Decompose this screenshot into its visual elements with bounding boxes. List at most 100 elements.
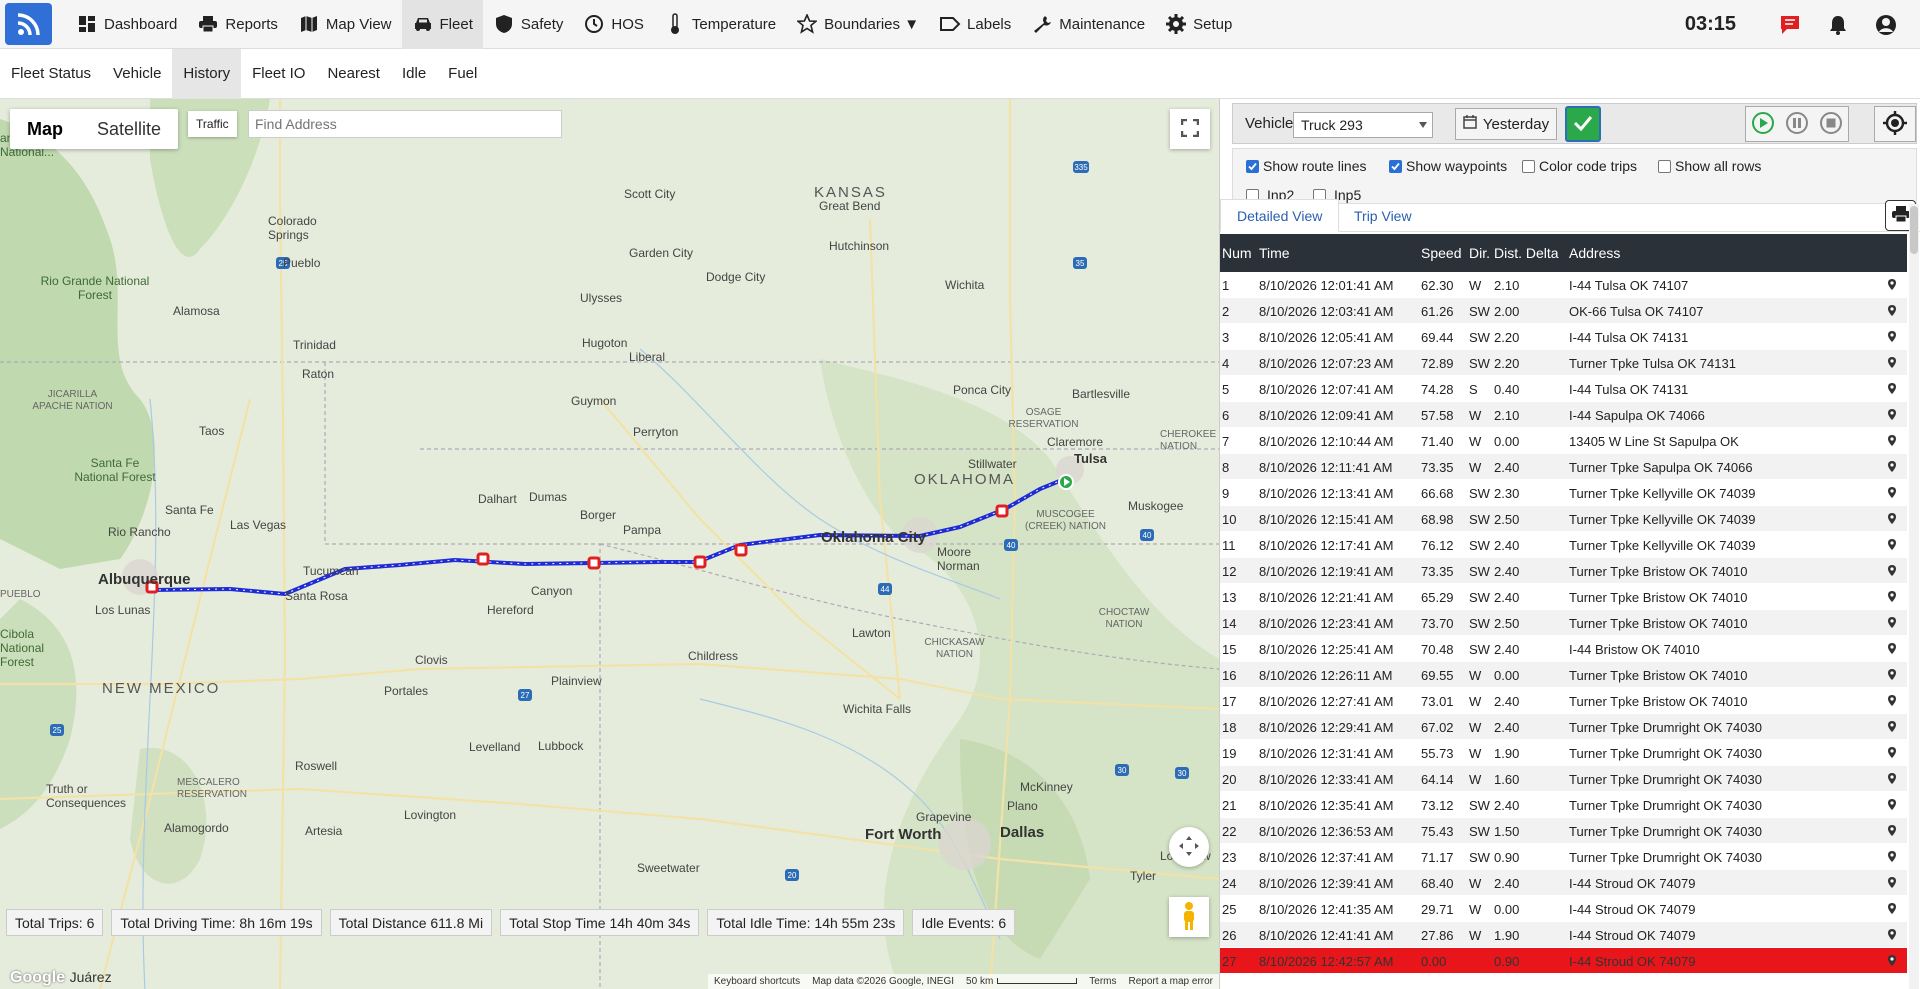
- map-pin-icon[interactable]: [1887, 564, 1897, 580]
- table-row[interactable]: 6 8/10/2026 12:09:41 AM 57.58 W 2.10 I-44 Sap…: [1220, 402, 1907, 428]
- nav-safety[interactable]: Safety: [483, 0, 574, 49]
- map-pin-icon[interactable]: [1887, 772, 1897, 788]
- map-pin-icon[interactable]: [1887, 330, 1897, 346]
- col-dist[interactable]: Dist. Delta: [1494, 245, 1559, 261]
- tab-detailed-view[interactable]: Detailed View: [1220, 199, 1340, 232]
- table-row[interactable]: 16 8/10/2026 12:26:11 AM 69.55 W 0.00 Turner …: [1220, 662, 1907, 688]
- all-rows-checkbox[interactable]: [1658, 159, 1671, 173]
- map-pin-icon[interactable]: [1887, 642, 1897, 658]
- table-row[interactable]: 24 8/10/2026 12:39:41 AM 68.40 W 2.40 I-44 St…: [1220, 870, 1907, 896]
- map-pin-icon[interactable]: [1887, 902, 1897, 918]
- table-row[interactable]: 4 8/10/2026 12:07:23 AM 72.89 SW 2.20 Turner …: [1220, 350, 1907, 376]
- map-pin-icon[interactable]: [1887, 824, 1897, 840]
- map-pin-icon[interactable]: [1887, 746, 1897, 762]
- col-dir[interactable]: Dir.: [1469, 245, 1490, 261]
- table-row[interactable]: 10 8/10/2026 12:15:41 AM 68.98 SW 2.50 Turner…: [1220, 506, 1907, 532]
- map-pin-icon[interactable]: [1887, 538, 1897, 554]
- message-icon[interactable]: [1776, 11, 1804, 39]
- find-address-input[interactable]: [248, 110, 562, 138]
- nav-dashboard[interactable]: Dashboard: [66, 0, 187, 49]
- subnav-nearest[interactable]: Nearest: [316, 49, 391, 99]
- map-pin-icon[interactable]: [1887, 460, 1897, 476]
- table-row[interactable]: 21 8/10/2026 12:35:41 AM 73.12 SW 2.40 Turner…: [1220, 792, 1907, 818]
- nav-fleet[interactable]: Fleet: [401, 0, 483, 49]
- date-range-button[interactable]: Yesterday: [1455, 108, 1557, 140]
- option-waypoints[interactable]: Show waypoints: [1389, 158, 1507, 174]
- vehicle-select[interactable]: Truck 293: [1293, 112, 1433, 138]
- nav-boundaries[interactable]: Boundaries ▼: [786, 0, 929, 49]
- table-row[interactable]: 12 8/10/2026 12:19:41 AM 73.35 SW 2.40 Turner…: [1220, 558, 1907, 584]
- camera-control[interactable]: [1169, 827, 1209, 867]
- col-num[interactable]: Num: [1222, 245, 1252, 261]
- map-pin-icon[interactable]: [1887, 928, 1897, 944]
- map-pin-icon[interactable]: [1887, 876, 1897, 892]
- waypoints-checkbox[interactable]: [1389, 159, 1402, 173]
- table-row[interactable]: 23 8/10/2026 12:37:41 AM 71.17 SW 0.90 Turner…: [1220, 844, 1907, 870]
- map-pin-icon[interactable]: [1887, 434, 1897, 450]
- subnav-idle[interactable]: Idle: [391, 49, 437, 99]
- map-pin-icon[interactable]: [1887, 720, 1897, 736]
- option-all-rows[interactable]: Show all rows: [1658, 158, 1761, 174]
- col-time[interactable]: Time: [1259, 245, 1290, 261]
- nav-setup[interactable]: Setup: [1155, 0, 1242, 49]
- report-error-link[interactable]: Report a map error: [1129, 976, 1213, 987]
- col-address[interactable]: Address: [1569, 245, 1620, 261]
- map-pin-icon[interactable]: [1887, 616, 1897, 632]
- col-speed[interactable]: Speed: [1421, 245, 1461, 261]
- route-lines-checkbox[interactable]: [1246, 159, 1259, 173]
- table-row[interactable]: 1 8/10/2026 12:01:41 AM 62.30 W 2.10 I-44 Tul…: [1220, 272, 1907, 298]
- table-row[interactable]: 18 8/10/2026 12:29:41 AM 67.02 W 2.40 Turner …: [1220, 714, 1907, 740]
- map-pin-icon[interactable]: [1887, 590, 1897, 606]
- map-pin-icon[interactable]: [1887, 408, 1897, 424]
- keyboard-shortcuts-link[interactable]: Keyboard shortcuts: [714, 976, 800, 987]
- table-row[interactable]: 14 8/10/2026 12:23:41 AM 73.70 SW 2.50 Turner…: [1220, 610, 1907, 636]
- map-pin-icon[interactable]: [1887, 798, 1897, 814]
- map-pin-icon[interactable]: [1887, 304, 1897, 320]
- scrollbar-thumb[interactable]: [1910, 206, 1918, 254]
- table-row[interactable]: 26 8/10/2026 12:41:41 AM 27.86 W 1.90 I-44 St…: [1220, 922, 1907, 948]
- user-icon[interactable]: [1872, 11, 1900, 39]
- map-pin-icon[interactable]: [1887, 356, 1897, 372]
- subnav-history[interactable]: History: [172, 48, 242, 99]
- table-row[interactable]: 19 8/10/2026 12:31:41 AM 55.73 W 1.90 Turner …: [1220, 740, 1907, 766]
- table-row[interactable]: 2 8/10/2026 12:03:41 AM 61.26 SW 2.00 OK-66 T…: [1220, 298, 1907, 324]
- color-code-checkbox[interactable]: [1522, 159, 1535, 173]
- map-pin-icon[interactable]: [1887, 382, 1897, 398]
- play-icon[interactable]: [1751, 111, 1775, 138]
- nav-map-view[interactable]: Map View: [288, 0, 402, 49]
- nav-temperature[interactable]: Temperature: [654, 0, 786, 49]
- traffic-button[interactable]: Traffic: [188, 111, 237, 137]
- map-pin-icon[interactable]: [1887, 486, 1897, 502]
- subnav-fleet-status[interactable]: Fleet Status: [0, 49, 102, 99]
- map-pin-icon[interactable]: [1887, 850, 1897, 866]
- scale-indicator[interactable]: 50 km: [966, 976, 1078, 987]
- nav-hos[interactable]: HOS: [573, 0, 654, 49]
- map-pin-icon[interactable]: [1887, 694, 1897, 710]
- nav-reports[interactable]: Reports: [187, 0, 288, 49]
- fullscreen-button[interactable]: [1170, 109, 1210, 149]
- table-row[interactable]: 27 8/10/2026 12:42:57 AM 0.00 0.90 I-44 Stro…: [1220, 948, 1907, 974]
- nav-labels[interactable]: Labels: [929, 0, 1021, 49]
- option-route-lines[interactable]: Show route lines: [1246, 158, 1367, 174]
- locate-button[interactable]: [1874, 106, 1916, 142]
- app-logo[interactable]: [5, 3, 52, 45]
- apply-button[interactable]: [1565, 106, 1601, 142]
- option-color-code[interactable]: Color code trips: [1522, 158, 1637, 174]
- map-pin-icon[interactable]: [1887, 954, 1897, 970]
- table-row[interactable]: 3 8/10/2026 12:05:41 AM 69.44 SW 2.20 I-44 Tu…: [1220, 324, 1907, 350]
- street-view-pegman[interactable]: [1169, 897, 1209, 937]
- table-row[interactable]: 11 8/10/2026 12:17:41 AM 76.12 SW 2.40 Turner…: [1220, 532, 1907, 558]
- terms-link[interactable]: Terms: [1089, 976, 1116, 987]
- table-row[interactable]: 9 8/10/2026 12:13:41 AM 66.68 SW 2.30 Turner …: [1220, 480, 1907, 506]
- table-row[interactable]: 25 8/10/2026 12:41:35 AM 29.71 W 0.00 I-44 St…: [1220, 896, 1907, 922]
- nav-maintenance[interactable]: Maintenance: [1021, 0, 1155, 49]
- map-pin-icon[interactable]: [1887, 512, 1897, 528]
- table-row[interactable]: 7 8/10/2026 12:10:44 AM 71.40 W 0.00 13405 W …: [1220, 428, 1907, 454]
- stop-icon[interactable]: [1819, 111, 1843, 138]
- pause-icon[interactable]: [1785, 111, 1809, 138]
- table-row[interactable]: 17 8/10/2026 12:27:41 AM 73.01 W 2.40 Turner …: [1220, 688, 1907, 714]
- table-row[interactable]: 20 8/10/2026 12:33:41 AM 64.14 W 1.60 Turner …: [1220, 766, 1907, 792]
- tab-trip-view[interactable]: Trip View: [1338, 199, 1428, 232]
- map-type-satellite[interactable]: Satellite: [80, 109, 178, 149]
- map-canvas[interactable]: 25 335 35 40 44 40 27 25 20 30 30 KANSAS…: [0, 99, 1219, 989]
